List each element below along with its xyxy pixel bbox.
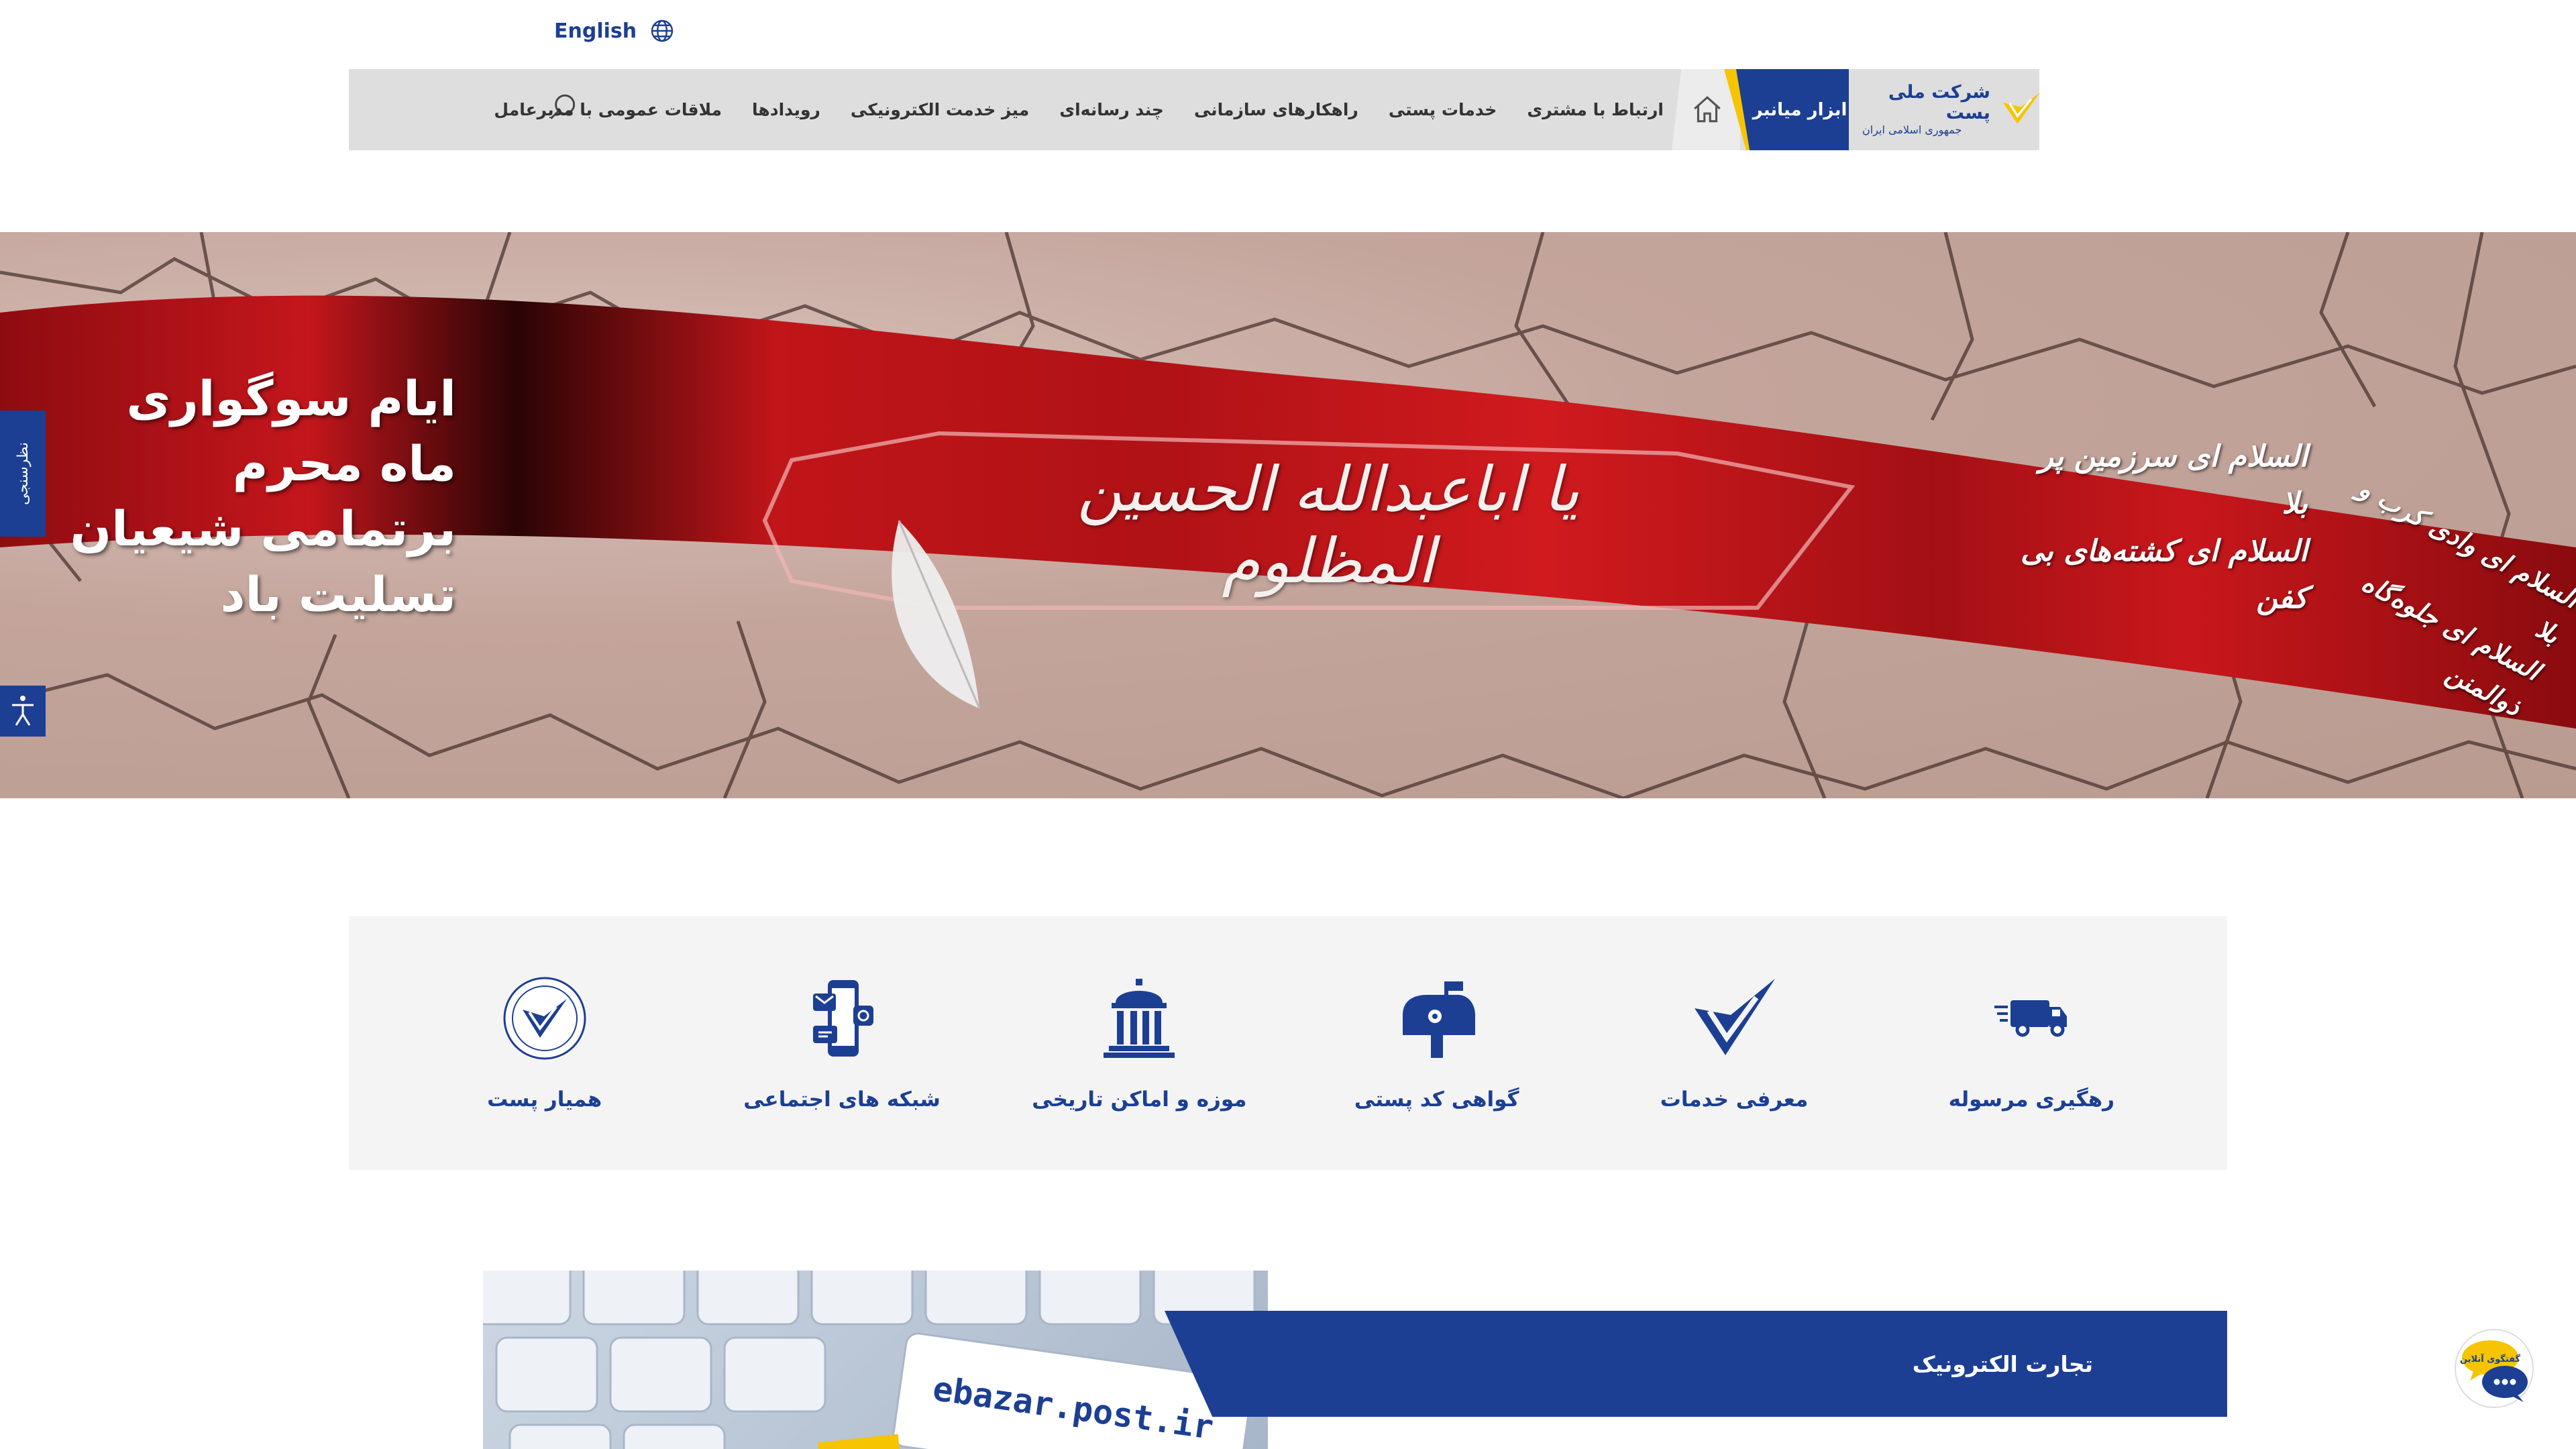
- mailbox-icon: [1402, 981, 1475, 1058]
- ecommerce-image[interactable]: ebazar.post.ir: [483, 1271, 1268, 1449]
- nav-item-enterprise-solutions[interactable]: راهکارهای سازمانی: [1194, 100, 1358, 119]
- delivery-truck-icon: [1994, 1000, 2068, 1037]
- online-chat-button[interactable]: گفتگوی آنلاین: [2451, 1326, 2537, 1411]
- service-social-networks[interactable]: شبکه های اجتماعی: [741, 975, 943, 1112]
- hero-banner[interactable]: یا اباعبدالله الحسین المظلوم ایام سوگوار…: [0, 232, 2576, 798]
- nav-item-multimedia[interactable]: چند رسانه‌ای: [1059, 100, 1164, 119]
- hero-condolence-text: ایام سوگواری ماه محرم برتمامی شیعیان تسل…: [40, 366, 456, 627]
- hero-left-line-2: برتمامی شیعیان تسلیت باد: [70, 500, 456, 623]
- service-hamyar-post[interactable]: همیار پست: [444, 975, 645, 1112]
- service-tracking-label: رهگیری مرسوله: [1948, 1087, 2115, 1112]
- shortcut-tools-label: ابزار میانبر: [1752, 99, 1847, 120]
- shortcut-tools-button[interactable]: ابزار میانبر: [1736, 69, 1849, 150]
- logo-subtitle: جمهوری اسلامی ایران: [1862, 123, 1962, 136]
- hero-left-line-1: ایام سوگواری ماه محرم: [126, 370, 456, 492]
- accessibility-icon: [12, 696, 34, 726]
- hero-right-line-2: السلام ای کشته‌های بی کفن: [2020, 533, 2308, 616]
- nav-item-postal-services[interactable]: خدمات پستی: [1389, 100, 1497, 119]
- service-postal-code-certificate-label: گواهی کد پستی: [1354, 1087, 1519, 1112]
- hero-poem-text: السلام ای سرزمین پر بلا السلام ای کشته‌ه…: [2012, 433, 2308, 623]
- logo-title: شرکت ملی پست: [1888, 81, 1990, 123]
- ecommerce-title-bar[interactable]: تجارت الکترونیک: [1165, 1311, 2227, 1417]
- service-tracking[interactable]: رهگیری مرسوله: [1931, 975, 2132, 1112]
- accessibility-button[interactable]: [0, 686, 46, 737]
- social-network-icon: [813, 980, 874, 1057]
- quick-services: رهگیری مرسوله معرفی خدمات گواهی کد پستی: [349, 916, 2227, 1170]
- hamyar-post-icon: [503, 977, 586, 1060]
- nav-item-events[interactable]: رویدادها: [752, 100, 820, 119]
- post-logo-icon: [1695, 979, 1776, 1055]
- hero-right-line-1: السلام ای سرزمین پر بلا: [2039, 439, 2308, 521]
- service-introduction-label: معرفی خدمات: [1660, 1087, 1809, 1112]
- service-social-networks-label: شبکه های اجتماعی: [743, 1087, 941, 1112]
- service-museum-label: موزه و اماکن تاریخی: [1032, 1087, 1247, 1112]
- service-postal-code-certificate[interactable]: گواهی کد پستی: [1336, 975, 1538, 1112]
- keyboard-illustration: ebazar.post.ir: [483, 1271, 1256, 1449]
- nav-item-e-service-desk[interactable]: میز خدمت الکترونیکی: [851, 100, 1029, 119]
- page: English ارتباط با مشتری خدمات پستی راهکا…: [0, 0, 2576, 1449]
- language-link-label[interactable]: English: [554, 19, 637, 43]
- survey-side-tab-label: نظرسنجی: [14, 442, 32, 505]
- post-logo-icon: [2002, 92, 2040, 124]
- service-hamyar-post-label: همیار پست: [487, 1087, 602, 1112]
- museum-icon: [1104, 979, 1175, 1058]
- logo-text: شرکت ملی پست جمهوری اسلامی ایران: [1862, 82, 1990, 136]
- main-navbar: ارتباط با مشتری خدمات پستی راهکارهای ساز…: [349, 69, 2039, 150]
- ecommerce-title: تجارت الکترونیک: [1912, 1350, 2093, 1377]
- site-logo[interactable]: شرکت ملی پست جمهوری اسلامی ایران: [1862, 79, 2043, 138]
- home-icon[interactable]: [1690, 93, 1724, 127]
- nav-menu: ارتباط با مشتری خدمات پستی راهکارهای ساز…: [494, 69, 1664, 150]
- nav-item-customer-relations[interactable]: ارتباط با مشتری: [1527, 100, 1664, 119]
- survey-side-tab[interactable]: نظرسنجی: [0, 411, 46, 537]
- hero-calligraphy: یا اباعبدالله الحسین المظلوم: [1077, 453, 1580, 597]
- globe-icon: [651, 19, 674, 42]
- service-introduction[interactable]: معرفی خدمات: [1633, 975, 1835, 1112]
- service-museum[interactable]: موزه و اماکن تاریخی: [1032, 975, 1247, 1112]
- online-chat-label: گفتگوی آنلاین: [2460, 1353, 2521, 1364]
- nav-item-ceo-meeting[interactable]: ملاقات عمومی با مدیرعامل: [494, 100, 722, 119]
- language-switch[interactable]: English: [554, 19, 674, 43]
